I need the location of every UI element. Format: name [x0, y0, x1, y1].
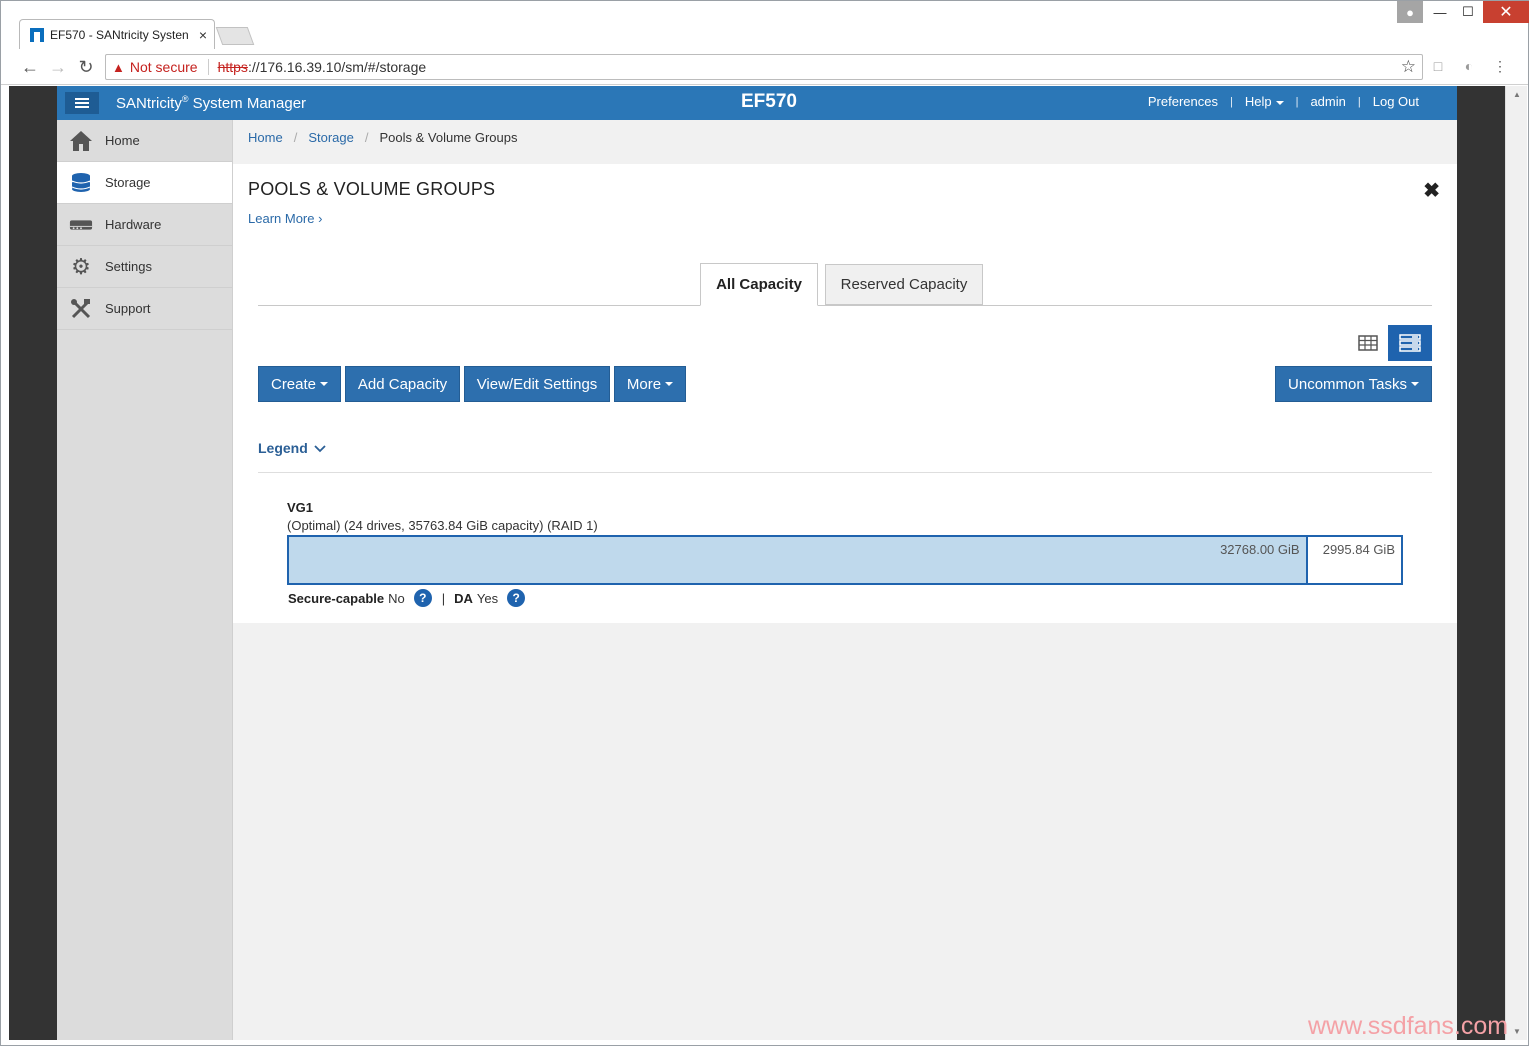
warning-icon: ▲	[112, 59, 125, 75]
browser-tab[interactable]: EF570 - SANtricity Systen ×	[19, 19, 215, 49]
scroll-up-icon[interactable]: ▲	[1513, 90, 1521, 99]
da-label: DA	[454, 590, 473, 606]
hamburger-menu-icon[interactable]	[65, 92, 99, 114]
capacity-bar[interactable]: 32768.00 GiB 2995.84 GiB	[287, 535, 1403, 585]
sidebar-item-label: Settings	[105, 259, 152, 274]
scroll-down-icon[interactable]: ▼	[1513, 1027, 1521, 1036]
browser-toolbar: ← → ↻ ▲ Not secure https ://176.16.39.10…	[1, 49, 1528, 85]
tab-all-capacity[interactable]: All Capacity	[700, 263, 818, 306]
preferences-link[interactable]: Preferences	[1148, 94, 1218, 109]
list-view-icon[interactable]	[1388, 325, 1432, 361]
da-value: Yes	[476, 590, 499, 606]
volume-group-name[interactable]: VG1	[287, 500, 313, 515]
sidebar-item-label: Storage	[105, 175, 151, 190]
reload-icon[interactable]: ↻	[75, 56, 97, 78]
volume-group-description: (Optimal) (24 drives, 35763.84 GiB capac…	[287, 518, 598, 533]
content-panel: POOLS & VOLUME GROUPS ✖ Learn More › All…	[233, 164, 1457, 623]
watermark: www.ssdfans.com	[1308, 1012, 1509, 1040]
chevron-down-icon	[1275, 100, 1284, 105]
tab-close-icon[interactable]: ×	[192, 27, 214, 43]
tools-icon	[69, 297, 93, 321]
breadcrumb-current: Pools & Volume Groups	[379, 130, 518, 145]
legend-divider	[258, 472, 1432, 473]
maximize-button[interactable]: ☐	[1455, 1, 1481, 23]
capacity-free-segment[interactable]: 2995.84 GiB	[1307, 537, 1401, 583]
app-brand: SANtricity® System Manager	[116, 94, 307, 112]
more-button[interactable]: More	[614, 366, 686, 402]
sidebar-item-settings[interactable]: ⚙ Settings	[57, 246, 232, 288]
sidebar-item-hardware[interactable]: Hardware	[57, 204, 232, 246]
secure-capable-value: No	[388, 590, 405, 606]
sidebar-item-support[interactable]: Support	[57, 288, 232, 330]
extension-circle-icon[interactable]: ◐	[1460, 58, 1478, 76]
tab-reserved-capacity[interactable]: Reserved Capacity	[825, 264, 983, 305]
logout-link[interactable]: Log Out	[1373, 94, 1419, 109]
view-edit-settings-button[interactable]: View/Edit Settings	[464, 366, 610, 402]
user-profile-icon[interactable]: ●	[1397, 1, 1423, 23]
capacity-free-label: 2995.84 GiB	[1322, 542, 1395, 557]
main-header: Home / Storage / Pools & Volume Groups	[233, 120, 1457, 164]
help-question-icon[interactable]: ?	[507, 589, 526, 607]
add-capacity-button[interactable]: Add Capacity	[345, 366, 460, 402]
browser-window: EF570 - SANtricity Systen × ● — ☐ ✕ ← → …	[0, 0, 1529, 1046]
back-arrow-icon[interactable]: ←	[19, 56, 41, 78]
sidebar-item-storage[interactable]: Storage	[57, 162, 232, 204]
url-text: ://176.16.39.10/sm/#/storage	[247, 59, 427, 75]
breadcrumb: Home / Storage / Pools & Volume Groups	[248, 130, 518, 145]
capacity-used-label: 32768.00 GiB	[1220, 542, 1300, 557]
help-question-icon[interactable]: ?	[413, 589, 432, 607]
close-icon[interactable]: ✖	[1423, 178, 1440, 203]
learn-more-link[interactable]: Learn More ›	[248, 211, 322, 226]
capacity-used-segment[interactable]: 32768.00 GiB	[289, 537, 1308, 583]
page-title: POOLS & VOLUME GROUPS	[248, 179, 496, 199]
vertical-scrollbar[interactable]: ▲ ▼	[1505, 86, 1527, 1040]
chevron-down-icon	[1410, 382, 1419, 386]
help-menu[interactable]: Help	[1245, 94, 1284, 109]
bookmark-star-icon[interactable]: ☆	[1401, 57, 1416, 77]
gear-icon: ⚙	[71, 253, 91, 279]
minimize-button[interactable]: —	[1427, 1, 1453, 23]
address-divider	[207, 59, 209, 75]
hardware-icon	[69, 213, 93, 237]
chevron-down-icon	[320, 382, 329, 386]
secure-capable-label: Secure-capable	[288, 590, 385, 606]
url-protocol: https	[217, 59, 248, 75]
forward-arrow-icon[interactable]: →	[47, 56, 69, 78]
home-icon	[69, 129, 93, 153]
title-bar: EF570 - SANtricity Systen × ● — ☐ ✕	[1, 1, 1529, 49]
sidebar-item-home[interactable]: Home	[57, 120, 232, 162]
tab-title: EF570 - SANtricity Systen	[50, 27, 189, 42]
not-secure-label[interactable]: Not secure	[130, 59, 198, 75]
table-view-icon[interactable]	[1350, 325, 1386, 361]
security-row: Secure-capable No ? | DA Yes ?	[288, 589, 526, 607]
create-button[interactable]: Create	[258, 366, 341, 402]
legend-toggle[interactable]: Legend	[258, 440, 326, 456]
chevron-down-icon	[665, 382, 674, 386]
sidebar-item-label: Support	[105, 301, 151, 316]
breadcrumb-home[interactable]: Home	[248, 130, 283, 145]
close-window-button[interactable]: ✕	[1483, 1, 1529, 23]
uncommon-tasks-button[interactable]: Uncommon Tasks	[1275, 366, 1432, 402]
breadcrumb-storage[interactable]: Storage	[308, 130, 354, 145]
sidebar-item-label: Home	[105, 133, 140, 148]
sidebar: Home Storage Hardware ⚙ Settings Support	[57, 120, 233, 1040]
user-link[interactable]: admin	[1310, 94, 1345, 109]
address-bar[interactable]: ▲ Not secure https ://176.16.39.10/sm/#/…	[105, 54, 1423, 80]
system-name: EF570	[741, 91, 797, 112]
top-nav: Preferences | Help | admin | Log Out	[1147, 94, 1419, 109]
tabs-divider	[258, 305, 1432, 306]
netapp-favicon-icon	[30, 27, 44, 42]
pdf-extension-icon[interactable]: □	[1429, 58, 1447, 76]
chevron-down-icon	[314, 445, 326, 453]
new-tab-button[interactable]	[215, 27, 255, 45]
santricity-app: SANtricity® System Manager EF570 Prefere…	[57, 86, 1457, 1040]
sidebar-item-label: Hardware	[105, 217, 162, 232]
menu-kebab-icon[interactable]: ⋮	[1491, 58, 1509, 76]
app-header: SANtricity® System Manager EF570 Prefere…	[57, 86, 1457, 120]
storage-icon	[69, 171, 93, 195]
